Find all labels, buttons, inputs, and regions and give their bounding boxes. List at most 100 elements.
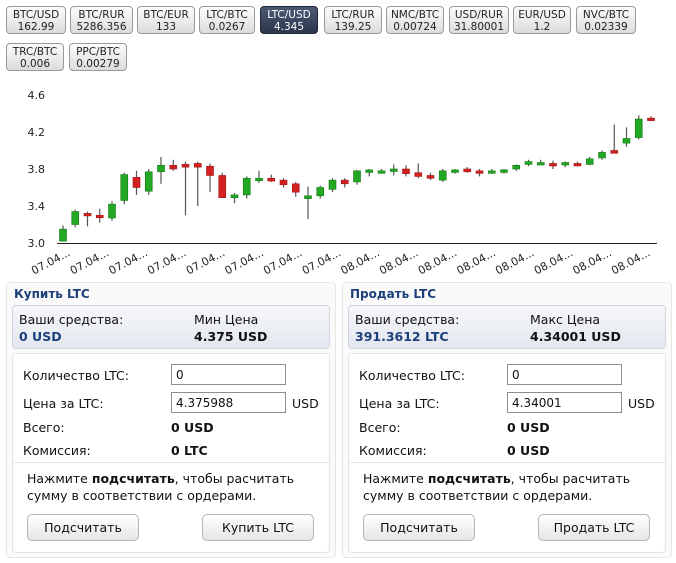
sell-form: Количество LTC: Цена за LTC: USD Всего: … (348, 353, 666, 553)
candle-body (120, 174, 129, 201)
tab-ltc-btc[interactable]: LTC/BTC 0.0267 (199, 6, 255, 34)
qty-label: Количество LTC: (23, 368, 129, 383)
tab-name: NMC/BTC (390, 9, 440, 21)
price-chart: 4.64.23.83.43.007.04...07.04...07.04...0… (28, 89, 657, 277)
candle-body (83, 213, 92, 217)
price-per-label: Цена за LTC: (23, 396, 104, 411)
tab-value: 0.00279 (76, 58, 120, 70)
y-tick-label: 4.2 (28, 126, 46, 139)
tab-name: NVC/BTC (582, 9, 630, 21)
candle-body (512, 165, 521, 170)
hint-bold: подсчитать (91, 471, 175, 486)
sell-ltc-button[interactable]: Продать LTC (538, 514, 650, 541)
max-price-label: Макс Цена (530, 312, 601, 327)
x-tick-label: 08.04... (339, 246, 382, 277)
y-tick-label: 3.0 (28, 237, 46, 250)
tab-nvc-btc[interactable]: NVC/BTC 0.02339 (576, 6, 636, 34)
tab-usd-rur[interactable]: USD/RUR 31.80001 (449, 6, 509, 34)
fee-value: 0 USD (507, 443, 550, 458)
divider (13, 462, 329, 463)
funds-value: 0 USD (19, 329, 62, 344)
candle-body (304, 195, 312, 199)
candle-body (402, 168, 410, 174)
tab-name: BTC/USD (12, 9, 60, 21)
x-tick-label: 08.04... (493, 246, 536, 277)
candle-body (536, 162, 545, 166)
hint-text: Нажмите (363, 471, 428, 486)
candle-body (353, 170, 361, 183)
divider (349, 462, 665, 463)
candle-body (622, 138, 631, 144)
tab-value: 133 (155, 21, 177, 33)
candle-body (193, 163, 202, 168)
tab-name: LTC/USD (267, 9, 311, 21)
tab-name: BTC/EUR (143, 9, 189, 21)
tab-value: 5286.356 (76, 21, 127, 33)
candle-body (634, 118, 643, 138)
sell-panel: Продать LTC Ваши средства: Макс Цена 391… (342, 282, 672, 558)
sell-price-input[interactable] (507, 392, 622, 413)
tab-value: 0.00724 (393, 21, 437, 33)
total-value: 0 USD (507, 420, 550, 435)
sell-title: Продать LTC (350, 287, 437, 301)
price-per-label: Цена за LTC: (359, 396, 440, 411)
tab-value: 1.2 (533, 21, 551, 33)
tab-btc-eur[interactable]: BTC/EUR 133 (137, 6, 195, 34)
candle-body (500, 169, 508, 173)
candle-body (230, 194, 239, 198)
hint-text: Нажмите (27, 471, 92, 486)
buy-price-input[interactable] (171, 392, 286, 413)
tab-value: 0.02339 (584, 21, 628, 33)
tab-name: BTC/RUR (78, 9, 125, 21)
candle-body (71, 211, 80, 225)
buy-panel: Купить LTC Ваши средства: Мин Цена 0 USD… (6, 282, 336, 558)
sell-calculate-button[interactable]: Подсчитать (363, 514, 475, 541)
candle-body (255, 177, 263, 182)
x-tick-label: 07.04... (145, 246, 188, 277)
buy-ltc-button[interactable]: Купить LTC (202, 514, 314, 541)
tab-btc-rur[interactable]: BTC/RUR 5286.356 (70, 6, 133, 34)
price-unit: USD (628, 396, 655, 411)
total-value: 0 USD (171, 420, 214, 435)
candle-body (242, 177, 251, 196)
tab-name: LTC/BTC (206, 9, 248, 21)
buy-form: Количество LTC: Цена за LTC: USD Всего: … (12, 353, 330, 553)
candle-body (463, 168, 472, 173)
fee-label: Комиссия: (23, 443, 91, 458)
max-price-value: 4.34001 USD (530, 329, 621, 344)
fee-label: Комиссия: (359, 443, 427, 458)
x-tick-label: 07.04... (107, 246, 150, 277)
y-tick-label: 3.4 (28, 200, 46, 213)
x-tick-label: 07.04... (184, 246, 227, 277)
x-tick-label: 07.04... (300, 246, 343, 277)
tab-ltc-rur[interactable]: LTC/RUR 139.25 (324, 6, 382, 34)
tab-trc-btc[interactable]: TRC/BTC 0.006 (6, 43, 64, 71)
candle-body (95, 214, 104, 219)
x-tick-label: 07.04... (223, 246, 266, 277)
candle-body (524, 161, 533, 165)
candle-body (108, 203, 116, 219)
funds-label: Ваши средства: (355, 312, 460, 327)
tab-ppc-btc[interactable]: PPC/BTC 0.00279 (69, 43, 127, 71)
candle-body (181, 164, 190, 168)
sell-qty-input[interactable] (507, 364, 622, 385)
candle-body (475, 170, 484, 174)
tab-btc-usd[interactable]: BTC/USD 162.99 (6, 6, 66, 34)
tab-name: TRC/BTC (12, 46, 58, 58)
tab-ltc-usd[interactable]: LTC/USD 4.345 (260, 6, 318, 34)
tab-nmc-btc[interactable]: NMC/BTC 0.00724 (386, 6, 444, 34)
candle-body (414, 172, 423, 177)
tab-value: 0.0267 (208, 21, 246, 33)
buy-calculate-button[interactable]: Подсчитать (27, 514, 139, 541)
candle-body (598, 152, 606, 159)
min-price-label: Мин Цена (194, 312, 259, 327)
x-tick-label: 08.04... (571, 246, 614, 277)
x-tick-label: 08.04... (377, 246, 420, 277)
funds-label: Ваши средства: (19, 312, 124, 327)
buy-qty-input[interactable] (171, 364, 286, 385)
candle-body (573, 163, 582, 167)
candle-body (157, 165, 165, 173)
buy-title: Купить LTC (14, 287, 90, 301)
candle-body (647, 117, 655, 121)
tab-eur-usd[interactable]: EUR/USD 1.2 (513, 6, 571, 34)
